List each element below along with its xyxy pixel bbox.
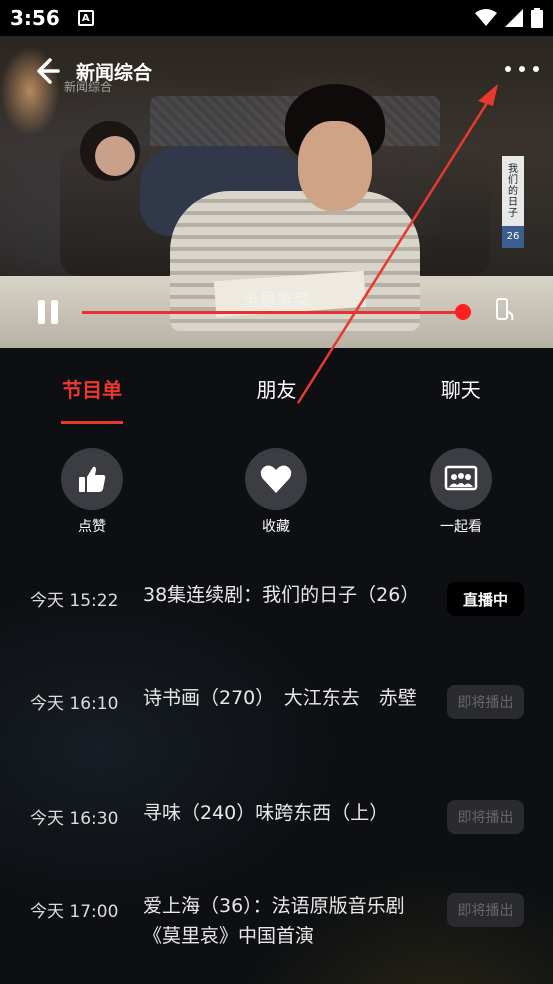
watch-together-icon [444,465,478,491]
program-time: 今天 15:22 [30,591,119,611]
notification-icon: A [77,10,94,26]
action-row: 点赞 收藏 一起看 [0,448,553,538]
heart-icon [260,465,292,493]
signal-icon [505,9,523,27]
favorite-label: 收藏 [262,519,290,535]
program-time: 今天 16:30 [30,809,119,829]
more-options-icon[interactable] [505,56,539,82]
watch-together-button[interactable]: 一起看 [411,448,511,536]
poster-text: 我们的日子 [508,164,518,219]
content-background [0,348,553,984]
tab-chat[interactable]: 聊天 [369,348,553,424]
back-arrow-icon[interactable] [30,55,62,87]
like-button[interactable]: 点赞 [42,448,142,536]
program-time: 今天 16:10 [30,694,119,714]
status-time: 3:56 [10,6,60,30]
progress-knob[interactable] [455,304,471,320]
live-badge[interactable]: 直播中 [447,582,524,616]
video-player[interactable]: 我们的日子 26 新闻综合 新闻综合 全是素菜 [0,36,553,348]
tab-bar: 节目单 朋友 聊天 [0,348,553,424]
program-title: 诗书画（270） 大江东去 赤壁 [143,687,417,709]
player-controls: 全是素菜 [0,291,553,334]
channel-watermark: 新闻综合 [64,80,113,94]
program-title: 爱上海（36）：法语原版音乐剧《莫里哀》中国首演 [143,895,405,947]
battery-icon [531,8,543,28]
tab-program-list[interactable]: 节目单 [0,348,184,424]
poster-number: 26 [506,231,520,242]
tab-friends[interactable]: 朋友 [184,348,368,424]
pause-icon[interactable] [38,300,62,328]
program-title: 寻味（240）味跨东西（上） [143,802,389,824]
status-icons [475,8,543,28]
thumbs-up-icon [79,466,106,492]
status-bar: 3:56 A [0,0,553,36]
favorite-button[interactable]: 收藏 [226,448,326,536]
player-topbar: 新闻综合 [0,36,553,106]
program-title: 38集连续剧：我们的日子（26） [143,584,420,606]
upcoming-badge: 即将播出 [447,893,524,927]
like-label: 点赞 [78,519,106,535]
upcoming-badge: 即将播出 [447,800,524,834]
program-time: 今天 17:00 [30,902,119,922]
rotate-screen-icon[interactable] [494,298,516,324]
progress-bar[interactable] [82,311,464,314]
upcoming-badge: 即将播出 [447,685,524,719]
watch-together-label: 一起看 [440,519,482,535]
wifi-icon [475,9,497,26]
